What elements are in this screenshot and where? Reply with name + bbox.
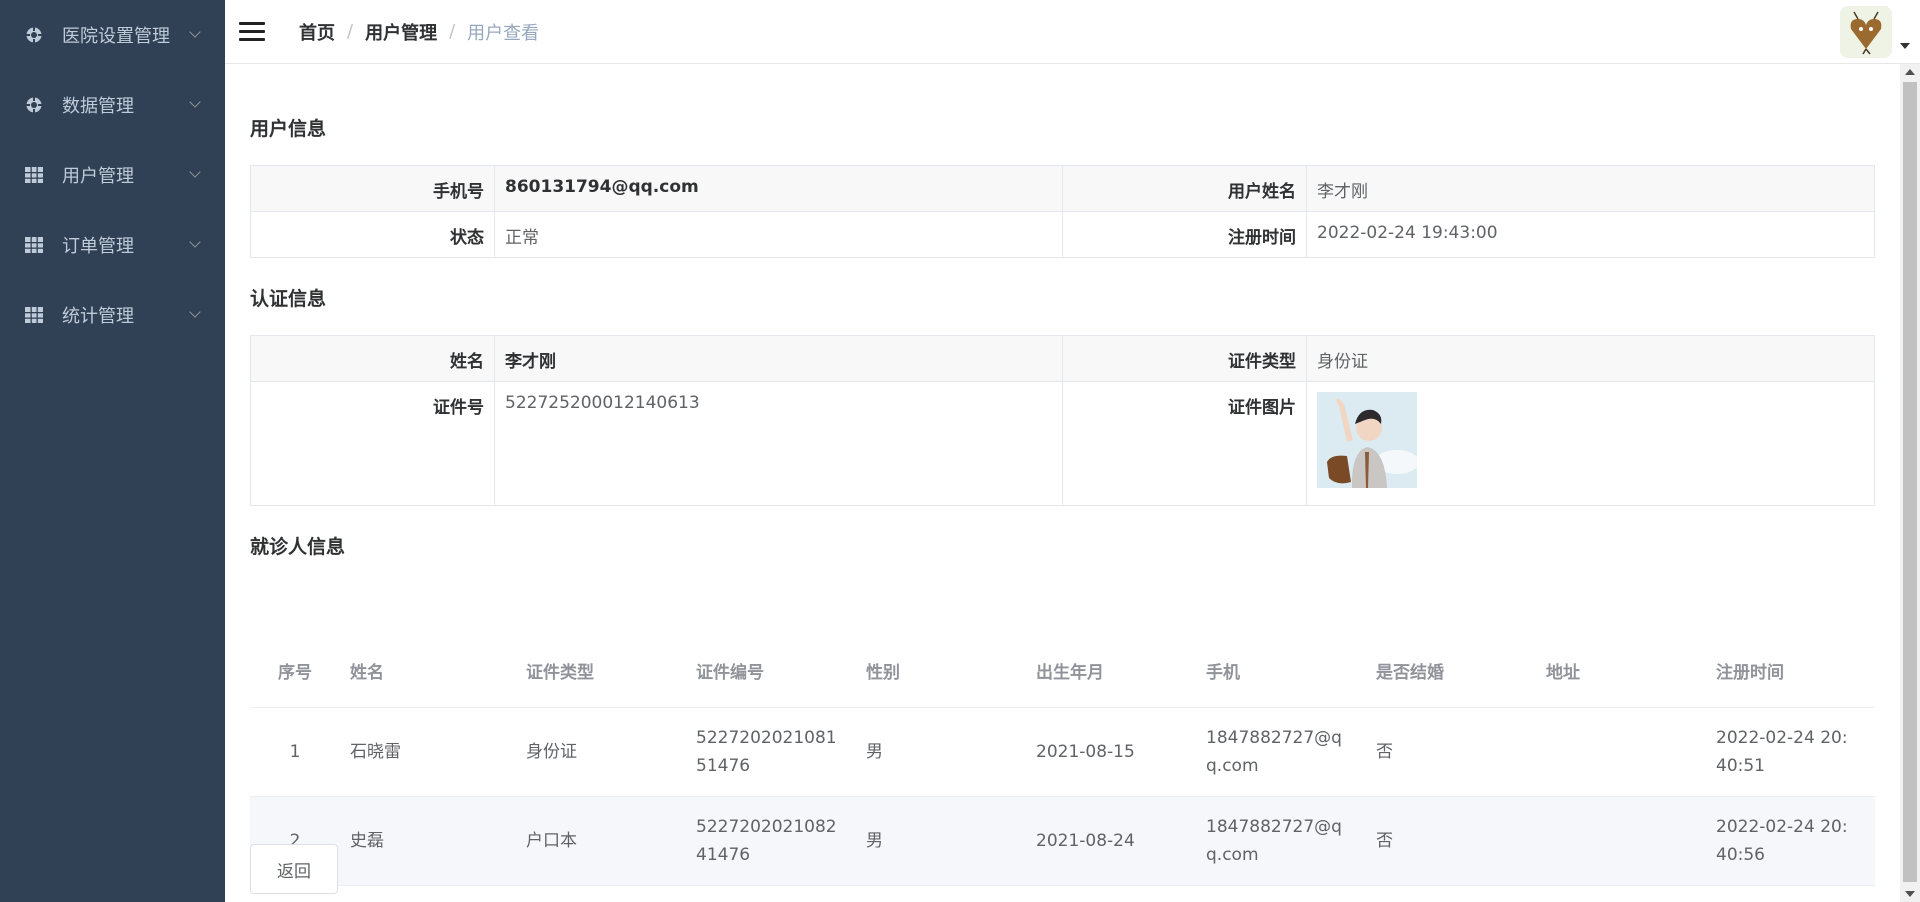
- scrollbar-thumb[interactable]: [1903, 82, 1917, 882]
- cert-type-value: 身份证: [1306, 335, 1875, 382]
- breadcrumb-users[interactable]: 用户管理: [365, 19, 437, 45]
- cell-name: 石晓雷: [350, 742, 401, 762]
- reg-time-value: 2022-02-24 19:43:00: [1306, 211, 1875, 258]
- status-label: 状态: [250, 211, 495, 258]
- phone-value: 860131794@qq.com: [494, 165, 1063, 212]
- cell-index: 1: [289, 742, 301, 762]
- patients-title: 就诊人信息: [250, 536, 346, 558]
- cell-name: 史磊: [350, 831, 384, 851]
- sidebar-item-statistics[interactable]: 统计管理: [0, 280, 225, 350]
- cert-no-value: 522725200012140613: [494, 381, 1063, 506]
- sidebar: 医院设置管理 数据管理 用户管理 订单管理 统计管理: [0, 0, 225, 902]
- hamburger-icon[interactable]: [239, 21, 265, 42]
- auth-info-table: 姓名 李才刚 证件类型 身份证 证件号 522725200012140613 证…: [250, 335, 1875, 506]
- column-header: 地址: [1546, 662, 1580, 683]
- sidebar-item-users[interactable]: 用户管理: [0, 140, 225, 210]
- user-info-title: 用户信息: [250, 118, 327, 140]
- main-area: 首页 / 用户管理 / 用户查看 用户信息 手机号 860131794@qq.c…: [225, 0, 1920, 902]
- scroll-down-icon[interactable]: [1905, 891, 1915, 897]
- cert-no-label: 证件号: [250, 381, 495, 506]
- chevron-down-icon: [189, 166, 201, 178]
- sidebar-item-orders[interactable]: 订单管理: [0, 210, 225, 280]
- status-value: 正常: [494, 211, 1063, 258]
- user-info-table: 手机号 860131794@qq.com 用户姓名 李才刚 状态 正常 注册时间…: [250, 165, 1875, 258]
- chevron-down-icon: [189, 26, 201, 38]
- cert-image-label: 证件图片: [1062, 381, 1307, 506]
- cert-image[interactable]: [1317, 392, 1417, 488]
- sidebar-item-label: 用户管理: [62, 166, 134, 187]
- sidebar-item-label: 统计管理: [62, 306, 134, 327]
- chevron-down-icon: [189, 236, 201, 248]
- breadcrumb-home[interactable]: 首页: [299, 19, 335, 45]
- back-button[interactable]: 返回: [250, 844, 338, 894]
- reg-time-label: 注册时间: [1062, 211, 1307, 258]
- cell-birth: 2021-08-24: [1036, 831, 1135, 851]
- chevron-down-icon: [189, 96, 201, 108]
- cell-birth: 2021-08-15: [1036, 742, 1135, 762]
- cell-cert-type: 户口本: [526, 831, 577, 851]
- content: 用户信息 手机号 860131794@qq.com 用户姓名 李才刚 状态 正常…: [250, 64, 1875, 902]
- cell-married: 否: [1376, 742, 1393, 762]
- scroll-up-icon[interactable]: [1905, 69, 1915, 75]
- auth-info-title: 认证信息: [250, 288, 327, 310]
- caret-down-icon[interactable]: [1900, 43, 1910, 49]
- breadcrumb-separator: /: [347, 21, 354, 42]
- column-header: 证件编号: [696, 662, 764, 683]
- phone-label: 手机号: [250, 165, 495, 212]
- column-header: 序号: [278, 662, 312, 683]
- cell-married: 否: [1376, 831, 1393, 851]
- avatar[interactable]: [1840, 6, 1892, 58]
- auth-name-value: 李才刚: [494, 335, 1063, 382]
- column-header: 证件类型: [526, 662, 594, 683]
- gear-icon: [24, 25, 44, 45]
- breadcrumb: 首页 / 用户管理 / 用户查看: [299, 19, 539, 45]
- cell-cert-type: 身份证: [526, 742, 577, 762]
- sidebar-item-label: 订单管理: [62, 236, 134, 257]
- patients-table: 序号 姓名 证件类型 证件编号 性别 出生年月 手机 是否结婚 地址 注册时间 …: [250, 638, 1875, 886]
- username-value: 李才刚: [1306, 165, 1875, 212]
- column-header: 姓名: [350, 662, 384, 683]
- cell-reg-time: 2022-02-24 20:40:51: [1716, 728, 1848, 776]
- sidebar-item-label: 医院设置管理: [62, 26, 170, 47]
- column-header: 出生年月: [1036, 662, 1104, 683]
- cell-cert-no: 522720202108241476: [696, 817, 837, 865]
- auth-name-label: 姓名: [250, 335, 495, 382]
- grid-icon: [24, 165, 44, 185]
- table-header: 序号 姓名 证件类型 证件编号 性别 出生年月 手机 是否结婚 地址 注册时间: [250, 638, 1875, 708]
- table-row: 2 史磊 户口本 522720202108241476 男 2021-08-24…: [250, 797, 1875, 886]
- breadcrumb-separator: /: [449, 21, 456, 42]
- username-label: 用户姓名: [1062, 165, 1307, 212]
- sidebar-item-hospital-settings[interactable]: 医院设置管理: [0, 0, 225, 70]
- column-header: 手机: [1206, 662, 1240, 683]
- cell-cert-no: 522720202108151476: [696, 728, 837, 776]
- column-header: 是否结婚: [1376, 662, 1444, 683]
- cell-reg-time: 2022-02-24 20:40:56: [1716, 817, 1848, 865]
- cert-type-label: 证件类型: [1062, 335, 1307, 382]
- sidebar-item-data[interactable]: 数据管理: [0, 70, 225, 140]
- table-row: 1 石晓雷 身份证 522720202108151476 男 2021-08-1…: [250, 708, 1875, 797]
- gear-icon: [24, 95, 44, 115]
- scrollbar[interactable]: [1900, 64, 1920, 902]
- column-header: 注册时间: [1716, 662, 1784, 683]
- navbar: 首页 / 用户管理 / 用户查看: [225, 0, 1920, 64]
- breadcrumb-current: 用户查看: [467, 22, 540, 44]
- chevron-down-icon: [189, 306, 201, 318]
- sidebar-item-label: 数据管理: [62, 96, 134, 117]
- cell-sex: 男: [866, 742, 883, 762]
- grid-icon: [24, 235, 44, 255]
- cell-phone: 1847882727@qq.com: [1206, 817, 1342, 865]
- grid-icon: [24, 305, 44, 325]
- column-header: 性别: [866, 662, 900, 683]
- cell-sex: 男: [866, 831, 883, 851]
- user-menu[interactable]: [1840, 6, 1910, 58]
- cell-phone: 1847882727@qq.com: [1206, 728, 1342, 776]
